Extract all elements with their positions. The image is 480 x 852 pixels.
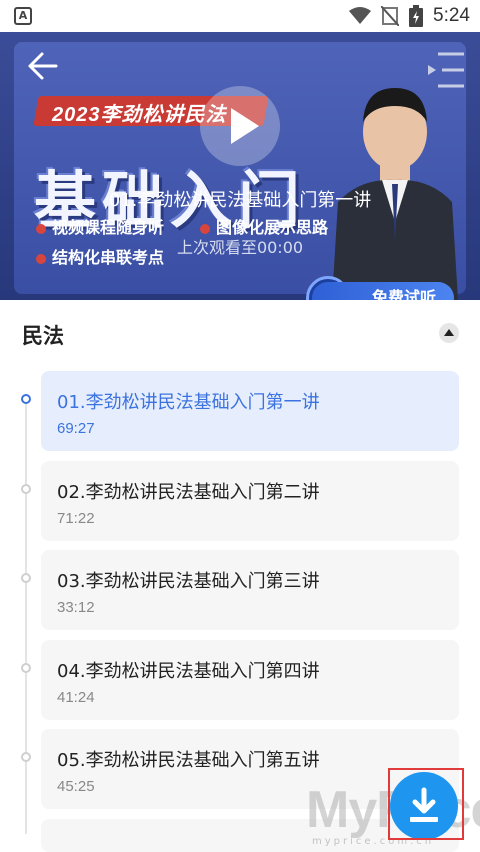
app-notification-icon: A bbox=[14, 7, 32, 25]
timeline-node bbox=[21, 752, 31, 762]
clock: 5:24 bbox=[433, 5, 470, 26]
video-title: 01.李劲松讲民法基础入门第一讲 bbox=[108, 190, 372, 211]
status-icons: 5:24 bbox=[349, 0, 470, 32]
bullet-icon bbox=[36, 223, 46, 234]
bullet-icon bbox=[200, 223, 210, 234]
video-player[interactable]: 2023李劲松讲民法 基础入门 视频课程随身听 图像化展示思路 结构化串联考点 … bbox=[0, 32, 480, 300]
lesson-title: 01.李劲松讲民法基础入门第一讲 bbox=[57, 392, 320, 413]
section-title: 民法 bbox=[22, 324, 64, 348]
collapse-toggle-icon[interactable] bbox=[439, 323, 459, 343]
lesson-duration: 41:24 bbox=[57, 689, 95, 706]
lesson-duration: 33:12 bbox=[57, 599, 95, 616]
back-arrow-icon[interactable] bbox=[26, 50, 58, 82]
status-bar: A 5:24 bbox=[0, 0, 480, 32]
timeline-line bbox=[25, 398, 27, 834]
play-button[interactable] bbox=[200, 86, 280, 166]
lesson-title: 03.李劲松讲民法基础入门第三讲 bbox=[57, 571, 320, 592]
lesson-title: 04.李劲松讲民法基础入门第四讲 bbox=[57, 661, 320, 682]
lesson-duration: 71:22 bbox=[57, 510, 95, 527]
free-trial-button[interactable]: 免费试听 bbox=[312, 282, 454, 300]
timeline-node bbox=[21, 663, 31, 673]
no-signal-icon bbox=[381, 6, 400, 26]
lesson-item-3[interactable]: 03.李劲松讲民法基础入门第三讲 33:12 bbox=[41, 550, 459, 630]
lesson-item-1[interactable]: 01.李劲松讲民法基础入门第一讲 69:27 bbox=[41, 371, 459, 451]
battery-charging-icon bbox=[409, 5, 424, 27]
lesson-item-2[interactable]: 02.李劲松讲民法基础入门第二讲 71:22 bbox=[41, 461, 459, 541]
wifi-icon bbox=[349, 7, 372, 24]
lesson-title: 05.李劲松讲民法基础入门第五讲 bbox=[57, 750, 320, 771]
lesson-title: 02.李劲松讲民法基础入门第二讲 bbox=[57, 482, 320, 503]
play-icon bbox=[231, 108, 259, 144]
timeline-node bbox=[21, 484, 31, 494]
highlight-box bbox=[388, 768, 464, 840]
playlist-menu-icon[interactable] bbox=[424, 48, 464, 92]
timeline-node bbox=[21, 573, 31, 583]
lesson-item-4[interactable]: 04.李劲松讲民法基础入门第四讲 41:24 bbox=[41, 640, 459, 720]
lesson-duration: 45:25 bbox=[57, 778, 95, 795]
lesson-duration: 69:27 bbox=[57, 420, 95, 437]
timeline-node-active bbox=[21, 394, 31, 404]
last-watched-text: 上次观看至00:00 bbox=[176, 238, 304, 257]
